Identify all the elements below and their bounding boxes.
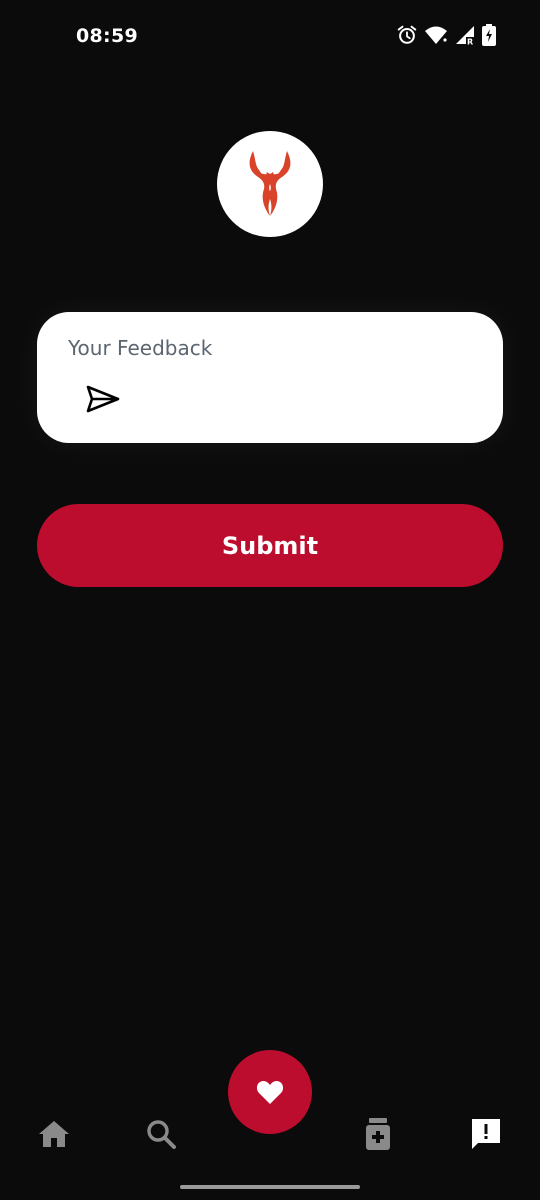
status-time: 08:59 [76,25,138,47]
submit-button[interactable]: Submit [37,504,503,587]
nav-favorites-button[interactable] [228,1050,312,1134]
signal-icon: R [456,26,474,47]
alarm-icon [397,25,417,44]
nav-medicine[interactable] [358,1114,398,1154]
home-indicator[interactable] [180,1185,360,1189]
heart-icon [256,1081,284,1104]
bull-horns-logo [249,151,291,216]
app-logo [217,131,323,237]
feedback-card: Your Feedback [37,312,503,443]
feedback-label: Your Feedback [68,336,213,360]
wifi-icon [425,26,447,44]
feedback-icon [472,1119,500,1149]
home-icon [39,1121,69,1147]
status-bar: 08:59 R [0,0,540,72]
svg-text:R: R [467,38,473,47]
nav-feedback[interactable] [466,1114,506,1154]
medicine-icon [366,1118,390,1150]
battery-charging-icon [482,24,496,46]
nav-search[interactable] [141,1114,181,1154]
search-icon [147,1120,176,1149]
nav-home[interactable] [34,1114,74,1154]
status-icons: R [396,24,496,46]
feedback-input[interactable] [137,382,477,422]
send-icon[interactable] [85,384,121,414]
